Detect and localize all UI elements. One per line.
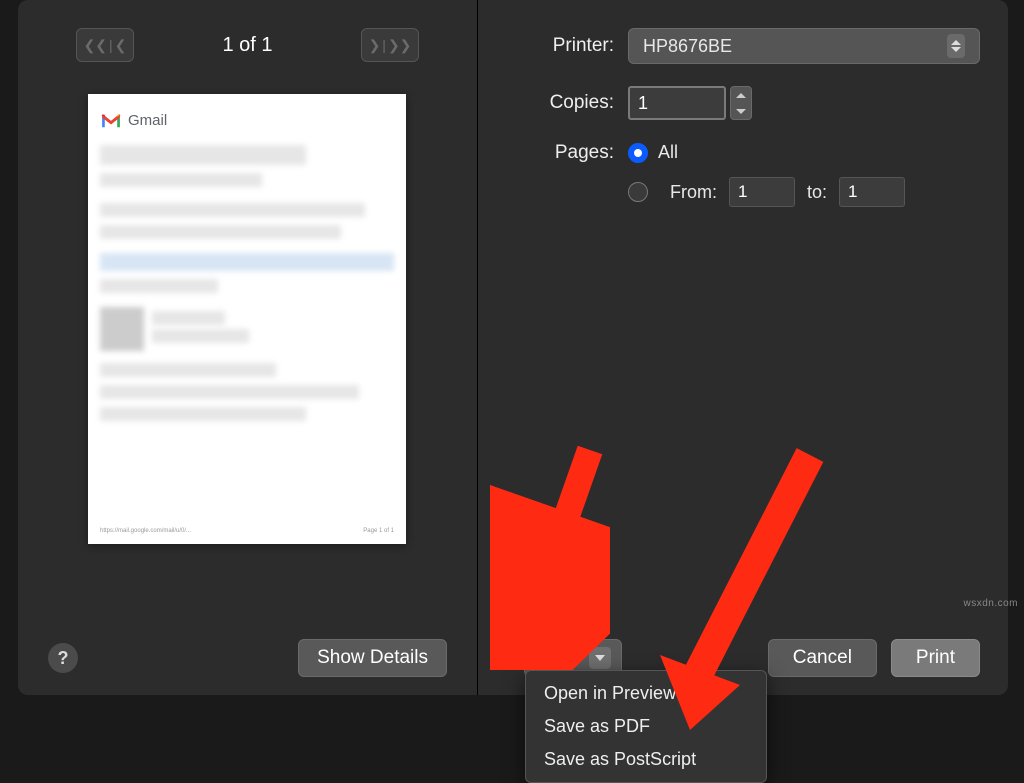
page-preview: Gmail https://mail.google.com/m (88, 94, 406, 544)
chevron-left-icon: ❮ (115, 37, 127, 54)
copies-stepper[interactable] (730, 86, 752, 120)
show-details-button[interactable]: Show Details (298, 639, 447, 677)
pages-label: Pages: (478, 142, 628, 164)
pages-all-radio[interactable] (628, 143, 648, 163)
gmail-icon (100, 113, 122, 129)
preview-footer: https://mail.google.com/mail/u/0/... Pag… (100, 528, 394, 534)
pages-all-label: All (658, 142, 678, 163)
pages-from-input[interactable] (729, 177, 795, 207)
chevron-left-icon: ❮❮ (84, 37, 107, 54)
help-button[interactable]: ? (48, 643, 78, 673)
menu-save-as-postscript[interactable]: Save as PostScript (526, 743, 766, 776)
annotation-arrow-1 (490, 440, 610, 670)
printer-label: Printer: (478, 35, 628, 57)
updown-icon (947, 34, 965, 58)
pages-to-input[interactable] (839, 177, 905, 207)
gmail-text: Gmail (128, 112, 167, 129)
gmail-logo: Gmail (100, 112, 394, 129)
preview-pane: ❮❮|❮ 1 of 1 ❯|❯❯ Gmail (18, 0, 478, 695)
printer-value: HP8676BE (643, 36, 732, 57)
preview-nav: ❮❮|❮ 1 of 1 ❯|❯❯ (18, 28, 477, 62)
copies-label: Copies: (478, 92, 628, 114)
chevron-right-icon: ❯❯ (388, 37, 411, 54)
watermark: wsxdn.com (963, 598, 1018, 609)
print-button[interactable]: Print (891, 639, 980, 677)
pages-to-label: to: (807, 182, 827, 203)
page-counter: 1 of 1 (222, 34, 272, 57)
printer-select[interactable]: HP8676BE (628, 28, 980, 64)
annotation-arrow-2 (640, 440, 840, 740)
chevron-right-icon: ❯ (369, 37, 381, 54)
pages-from-label: From: (670, 182, 717, 203)
next-last-button[interactable]: ❯|❯❯ (361, 28, 419, 62)
prev-first-button[interactable]: ❮❮|❮ (76, 28, 134, 62)
copies-input[interactable] (628, 86, 726, 120)
pages-range-radio[interactable] (628, 182, 648, 202)
print-form: Printer: HP8676BE Copies: Pages: (478, 28, 980, 229)
